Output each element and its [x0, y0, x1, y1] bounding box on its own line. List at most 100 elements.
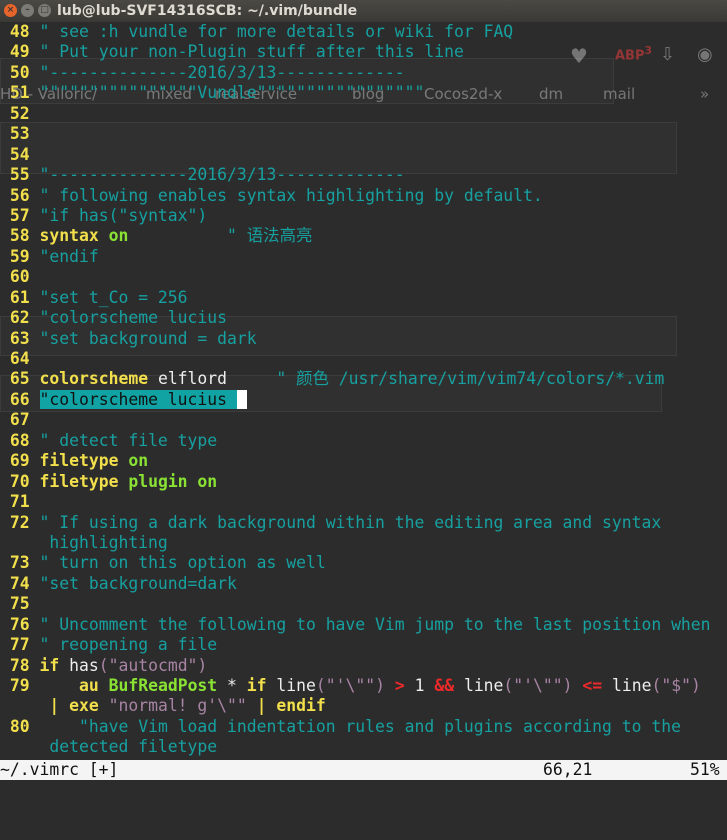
code-token: line — [454, 676, 504, 695]
code-token: on — [128, 451, 149, 471]
editor-line[interactable]: 66 "colorscheme lucius — [0, 389, 727, 410]
code-token: highlighting — [49, 532, 168, 552]
minimize-button[interactable]: – — [21, 4, 34, 17]
editor-line[interactable]: 51 """"""""""""""""Vundle"""""""""""""""… — [0, 83, 727, 103]
editor-line[interactable]: highlighting — [0, 533, 727, 553]
editor-line[interactable]: 49 " Put your non-Plugin stuff after thi… — [0, 42, 727, 62]
editor-line[interactable]: 61 "set t_Co = 256 — [0, 288, 727, 308]
line-number-pad — [30, 22, 40, 41]
line-number: 62 — [9, 308, 30, 328]
editor-line[interactable]: 54 — [0, 145, 727, 165]
line-number-pad — [30, 42, 40, 61]
line-number: 69 — [9, 451, 30, 471]
editor-line[interactable]: 63 "set background = dark — [0, 329, 727, 349]
editor-line[interactable]: 59 "endif — [0, 247, 727, 267]
code-token: && — [434, 676, 455, 695]
code-token: exe — [69, 696, 99, 716]
editor-line[interactable]: 71 — [0, 492, 727, 512]
line-number: 66 — [9, 389, 30, 409]
code-token: "--------------2016/3/13------------- — [39, 165, 405, 185]
status-cursor-position: 66,21 — [543, 760, 593, 779]
editor-line[interactable]: 76 " Uncomment the following to have Vim… — [0, 615, 727, 635]
line-number: 65 — [9, 369, 30, 389]
line-number: 49 — [9, 42, 30, 62]
code-token: "normal! g'\"" — [108, 696, 247, 716]
editor-line[interactable]: 69 filetype on — [0, 451, 727, 471]
editor-line[interactable]: detected filetype — [0, 737, 727, 757]
editor-line[interactable]: 53 — [0, 124, 727, 144]
code-token: " detect file type — [39, 430, 218, 450]
editor-line[interactable]: 67 — [0, 410, 727, 430]
code-token: "--------------2016/3/13------------- — [39, 62, 405, 82]
code-token: * — [217, 676, 247, 695]
editor-line[interactable]: 48 " see :h vundle for more details or w… — [0, 22, 727, 42]
code-token: "set background=dark — [39, 573, 237, 593]
editor-line[interactable]: 68 " detect file type — [0, 431, 727, 451]
line-number: 70 — [9, 471, 30, 491]
editor-line[interactable]: 72 " If using a dark background within t… — [0, 513, 727, 533]
editor-line[interactable]: 78 if has("autocmd") — [0, 656, 727, 676]
editor-line[interactable]: 79 au BufReadPost * if line("'\"") > 1 &… — [0, 676, 727, 696]
editor-line[interactable]: 50 "--------------2016/3/13------------- — [0, 63, 727, 83]
editor-line[interactable]: 74 "set background=dark — [0, 574, 727, 594]
code-token: endif — [276, 696, 326, 716]
line-number-pad — [30, 349, 40, 368]
code-token: ("'\"") — [315, 676, 385, 695]
code-token: "endif — [39, 246, 99, 266]
window-title: lub@lub-SVF14316SCB: ~/.vim/bundle — [57, 3, 358, 19]
line-number-pad — [30, 431, 40, 450]
editor-line[interactable]: 56 " following enables syntax highlighti… — [0, 186, 727, 206]
code-token: " reopening a file — [39, 635, 218, 655]
line-number: 71 — [9, 492, 30, 512]
status-percent: 51% — [690, 760, 720, 779]
line-number-pad — [30, 451, 40, 470]
vim-editor[interactable]: 48 " see :h vundle for more details or w… — [0, 22, 727, 758]
line-number: 68 — [9, 430, 30, 450]
code-token: colorscheme — [39, 369, 149, 389]
maximize-button[interactable]: □ — [38, 4, 51, 17]
code-token: " 语法高亮 — [227, 226, 313, 246]
line-number: 64 — [9, 349, 30, 368]
editor-line[interactable]: 65 colorscheme elflord " 颜色 /usr/share/v… — [0, 369, 727, 389]
editor-line[interactable]: 57 "if has("syntax") — [0, 206, 727, 226]
editor-line[interactable]: 55 "--------------2016/3/13------------- — [0, 165, 727, 185]
editor-line[interactable]: 64 — [0, 349, 727, 369]
editor-line[interactable]: 52 — [0, 104, 727, 124]
line-number: 74 — [9, 573, 30, 593]
vim-statusline: ~/.vimrc [+] 66,21 51% — [0, 760, 727, 780]
editor-line[interactable]: 62 "colorscheme lucius — [0, 308, 727, 328]
status-filename: ~/.vimrc [+] — [0, 760, 119, 779]
line-number: 57 — [9, 205, 30, 225]
line-number-pad — [30, 717, 40, 736]
code-token: "if has("syntax") — [39, 205, 208, 225]
line-number-pad — [30, 553, 40, 572]
editor-line[interactable]: 75 — [0, 594, 727, 614]
code-token: ("'\"") — [503, 676, 573, 695]
editor-line[interactable]: 73 " turn on this option as well — [0, 553, 727, 573]
line-number-pad — [30, 329, 40, 348]
code-token: ("autocmd") — [98, 655, 208, 675]
close-button[interactable]: × — [4, 4, 17, 17]
code-token: " 颜色 /usr/share/vim/vim74/colors/*.vim — [276, 369, 665, 389]
code-token: """"""""""""""""Vundle""""""""""""""""" — [39, 83, 425, 103]
editor-line[interactable]: 60 — [0, 267, 727, 287]
code-token: > — [394, 676, 405, 695]
line-number-pad — [30, 656, 40, 675]
line-number-pad — [30, 145, 40, 164]
line-number: 80 — [9, 716, 30, 736]
editor-line[interactable]: 80 "have Vim load indentation rules and … — [0, 717, 727, 737]
editor-line[interactable]: 77 " reopening a file — [0, 635, 727, 655]
line-number: 77 — [9, 635, 30, 655]
code-token: detected filetype — [49, 737, 218, 757]
editor-line[interactable]: 58 syntax on " 语法高亮 — [0, 226, 727, 246]
editor-line[interactable]: 70 filetype plugin on — [0, 472, 727, 492]
editor-line[interactable]: | exe "normal! g'\"" | endif — [0, 696, 727, 716]
